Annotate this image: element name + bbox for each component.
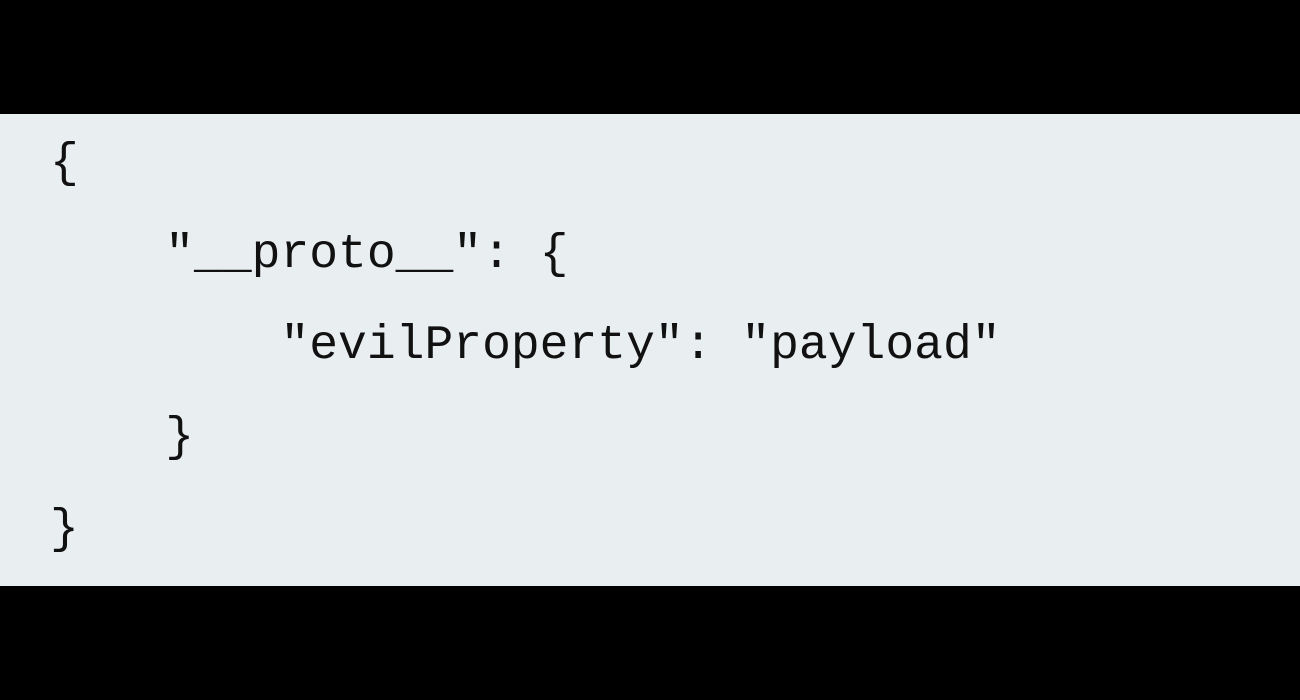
code-line-5: } [50,503,79,557]
code-line-3: "evilProperty": "payload" [50,319,1001,373]
code-line-2: "__proto__": { [50,228,569,282]
screen: { "__proto__": { "evilProperty": "payloa… [0,0,1300,700]
code-block: { "__proto__": { "evilProperty": "payloa… [0,114,1300,586]
code-line-1: { [50,137,79,191]
code-line-4: } [50,411,195,465]
